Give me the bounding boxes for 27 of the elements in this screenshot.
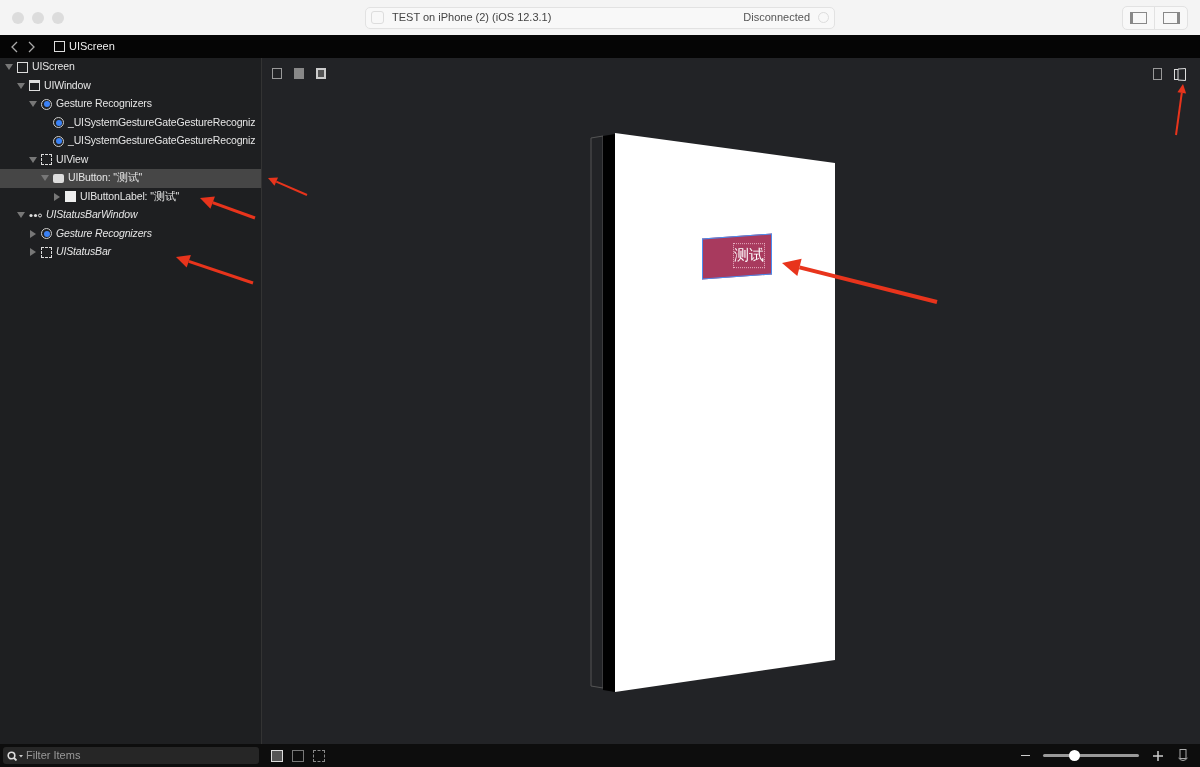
tree-row[interactable]: Gesture Recognizers (0, 95, 261, 114)
target-label: TEST on iPhone (2) (iOS 12.3.1) (392, 10, 552, 26)
button-text: 测试 (733, 243, 765, 268)
tree-row[interactable]: UIButton: "测试" (0, 169, 261, 188)
tree-label: UIStatusBar (56, 244, 111, 260)
tree-label: UIScreen (32, 59, 75, 75)
tree-label: Gesture Recognizers (56, 96, 152, 112)
tree-row[interactable]: UIStatusBar (0, 243, 261, 262)
status-label: Disconnected (743, 10, 810, 26)
tree-label: _UISystemGestureGateGestureRecogniz (68, 114, 256, 130)
scheme-field[interactable]: TEST on iPhone (2) (iOS 12.3.1) Disconnected (365, 6, 835, 29)
tree-label: UIButton: "测试" (68, 170, 143, 186)
tree-label: _UISystemGestureGateGestureRecogniz (68, 133, 256, 149)
tree-row[interactable]: _UISystemGestureGateGestureRecogniz (0, 113, 261, 132)
tree-label: UIStatusBarWindow (46, 207, 138, 223)
tree-label: UIView (56, 151, 89, 167)
breadcrumb-item[interactable]: UIScreen (69, 38, 115, 55)
tree-row[interactable]: _UISystemGestureGateGestureRecogniz (0, 132, 261, 151)
tree-row[interactable]: UIButtonLabel: "测试" (0, 187, 261, 206)
tree-row[interactable]: UIScreen (0, 58, 261, 77)
tree-row[interactable]: UIWindow (0, 76, 261, 95)
tree-row[interactable]: UIView (0, 150, 261, 169)
tree-label: UIButtonLabel: "测试" (80, 188, 179, 204)
tree-row[interactable]: Gesture Recognizers (0, 224, 261, 243)
tree-row[interactable]: UIStatusBarWindow (0, 206, 261, 225)
tree-label: UIWindow (44, 77, 91, 93)
tree-label: Gesture Recognizers (56, 225, 152, 241)
